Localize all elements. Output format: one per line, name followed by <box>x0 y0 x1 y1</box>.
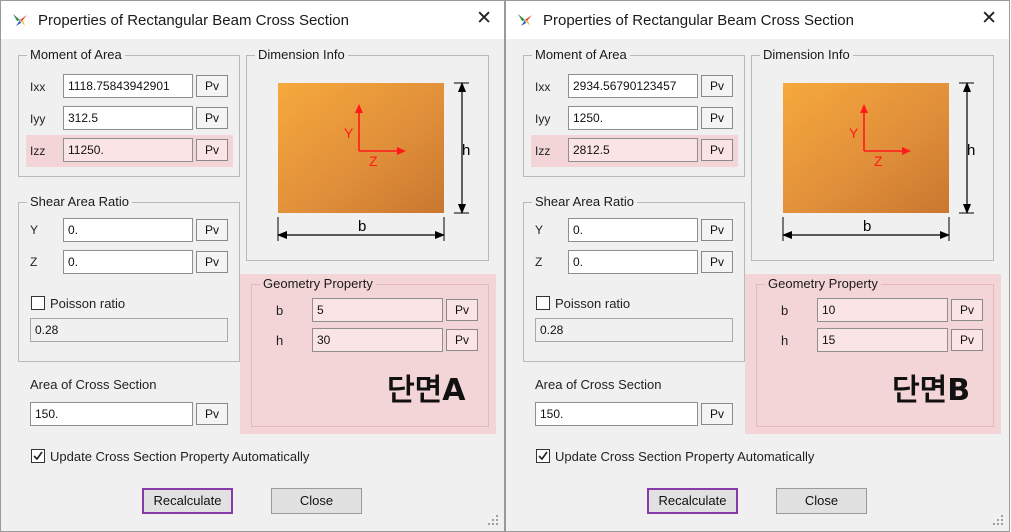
moment-of-area-label: Moment of Area <box>532 47 630 63</box>
shear-z-pv-button[interactable]: Pv <box>701 251 733 273</box>
shear-z-pv-button[interactable]: Pv <box>196 251 228 273</box>
izz-pv-button[interactable]: Pv <box>196 139 228 161</box>
geom-h-label: h <box>276 333 284 348</box>
shear-y-field[interactable]: 0. <box>568 218 698 242</box>
izz-label: Izz <box>535 144 551 158</box>
dimension-info-label: Dimension Info <box>255 47 348 63</box>
izz-label: Izz <box>30 144 46 158</box>
b-dimension-label: b <box>358 218 366 235</box>
dialog-title: Properties of Rectangular Beam Cross Sec… <box>38 12 349 29</box>
izz-pv-button[interactable]: Pv <box>701 139 733 161</box>
geom-b-label: b <box>276 303 284 318</box>
iyy-label: Iyy <box>30 112 46 126</box>
section-rectangle <box>783 83 949 213</box>
geom-b-pv-button[interactable]: Pv <box>446 299 478 321</box>
iyy-field[interactable]: 312.5 <box>63 106 193 130</box>
izz-field[interactable]: 11250. <box>63 138 193 162</box>
shear-area-ratio-label: Shear Area Ratio <box>27 194 133 210</box>
izz-field[interactable]: 2812.5 <box>568 138 698 162</box>
update-label: Update Cross Section Property Automatica… <box>555 449 815 464</box>
shear-area-ratio-label: Shear Area Ratio <box>532 194 638 210</box>
shear-z-label: Z <box>30 255 38 269</box>
area-pv-button[interactable]: Pv <box>701 403 733 425</box>
shear-y-field[interactable]: 0. <box>63 218 193 242</box>
title-bar[interactable]: Properties of Rectangular Beam Cross Sec… <box>506 1 1009 39</box>
moment-of-area-label: Moment of Area <box>27 47 125 63</box>
b-dimension-label: b <box>863 218 871 235</box>
shear-z-field[interactable]: 0. <box>63 250 193 274</box>
iyy-label: Iyy <box>535 112 551 126</box>
geom-h-pv-button[interactable]: Pv <box>951 329 983 351</box>
axis-y-label: Y <box>344 125 354 141</box>
section-rectangle <box>278 83 444 213</box>
axis-z-label: Z <box>874 153 883 169</box>
close-icon[interactable]: ✕ <box>981 8 997 30</box>
geometry-property-label: Geometry Property <box>260 276 376 292</box>
section-drawing: Y Z h b <box>782 82 975 241</box>
poisson-field: 0.28 <box>30 318 228 342</box>
update-checkbox[interactable] <box>31 449 45 463</box>
ixx-field[interactable]: 1118.75843942901 <box>63 74 193 98</box>
app-logo-icon <box>13 14 27 26</box>
area-field[interactable]: 150. <box>30 402 193 426</box>
h-dimension-label: h <box>462 142 470 159</box>
h-dimension-label: h <box>967 142 975 159</box>
shear-y-pv-button[interactable]: Pv <box>701 219 733 241</box>
section-name-annotation: 단면A <box>387 373 466 408</box>
dialog-title: Properties of Rectangular Beam Cross Sec… <box>543 12 854 29</box>
geom-h-field[interactable]: 30 <box>312 328 443 352</box>
ixx-label: Ixx <box>535 80 551 94</box>
update-label: Update Cross Section Property Automatica… <box>50 449 310 464</box>
properties-dialog: Properties of Rectangular Beam Cross Sec… <box>0 0 505 532</box>
resize-grip-icon[interactable] <box>993 515 1003 525</box>
section-name-annotation: 단면B <box>892 373 971 408</box>
geom-h-pv-button[interactable]: Pv <box>446 329 478 351</box>
area-label: Area of Cross Section <box>535 377 662 392</box>
ixx-pv-button[interactable]: Pv <box>196 75 228 97</box>
shear-z-field[interactable]: 0. <box>568 250 698 274</box>
resize-grip-icon[interactable] <box>488 515 498 525</box>
checkmark-icon <box>33 451 43 461</box>
geom-h-field[interactable]: 15 <box>817 328 948 352</box>
app-logo-icon <box>518 14 532 26</box>
ixx-label: Ixx <box>30 80 46 94</box>
poisson-label: Poisson ratio <box>555 296 631 311</box>
shear-y-label: Y <box>30 223 39 237</box>
recalculate-button[interactable]: Recalculate <box>647 488 738 514</box>
geom-h-label: h <box>781 333 789 348</box>
close-icon[interactable]: ✕ <box>476 8 492 30</box>
recalculate-button[interactable]: Recalculate <box>142 488 233 514</box>
area-field[interactable]: 150. <box>535 402 698 426</box>
area-pv-button[interactable]: Pv <box>196 403 228 425</box>
iyy-field[interactable]: 1250. <box>568 106 698 130</box>
poisson-checkbox[interactable] <box>31 296 45 310</box>
shear-y-pv-button[interactable]: Pv <box>196 219 228 241</box>
properties-dialog: Properties of Rectangular Beam Cross Sec… <box>505 0 1010 532</box>
poisson-field: 0.28 <box>535 318 733 342</box>
poisson-checkbox[interactable] <box>536 296 550 310</box>
area-label: Area of Cross Section <box>30 377 157 392</box>
geom-b-field[interactable]: 5 <box>312 298 443 322</box>
dimension-info-label: Dimension Info <box>760 47 853 63</box>
checkmark-icon <box>538 451 548 461</box>
geom-b-pv-button[interactable]: Pv <box>951 299 983 321</box>
title-bar[interactable]: Properties of Rectangular Beam Cross Sec… <box>1 1 504 39</box>
close-button[interactable]: Close <box>271 488 362 514</box>
ixx-field[interactable]: 2934.56790123457 <box>568 74 698 98</box>
axis-y-label: Y <box>849 125 859 141</box>
close-button[interactable]: Close <box>776 488 867 514</box>
poisson-label: Poisson ratio <box>50 296 126 311</box>
geom-b-field[interactable]: 10 <box>817 298 948 322</box>
iyy-pv-button[interactable]: Pv <box>196 107 228 129</box>
geom-b-label: b <box>781 303 789 318</box>
geometry-property-label: Geometry Property <box>765 276 881 292</box>
update-checkbox[interactable] <box>536 449 550 463</box>
section-drawing: Y Z h b <box>277 82 470 241</box>
shear-z-label: Z <box>535 255 543 269</box>
iyy-pv-button[interactable]: Pv <box>701 107 733 129</box>
axis-z-label: Z <box>369 153 378 169</box>
shear-y-label: Y <box>535 223 544 237</box>
ixx-pv-button[interactable]: Pv <box>701 75 733 97</box>
